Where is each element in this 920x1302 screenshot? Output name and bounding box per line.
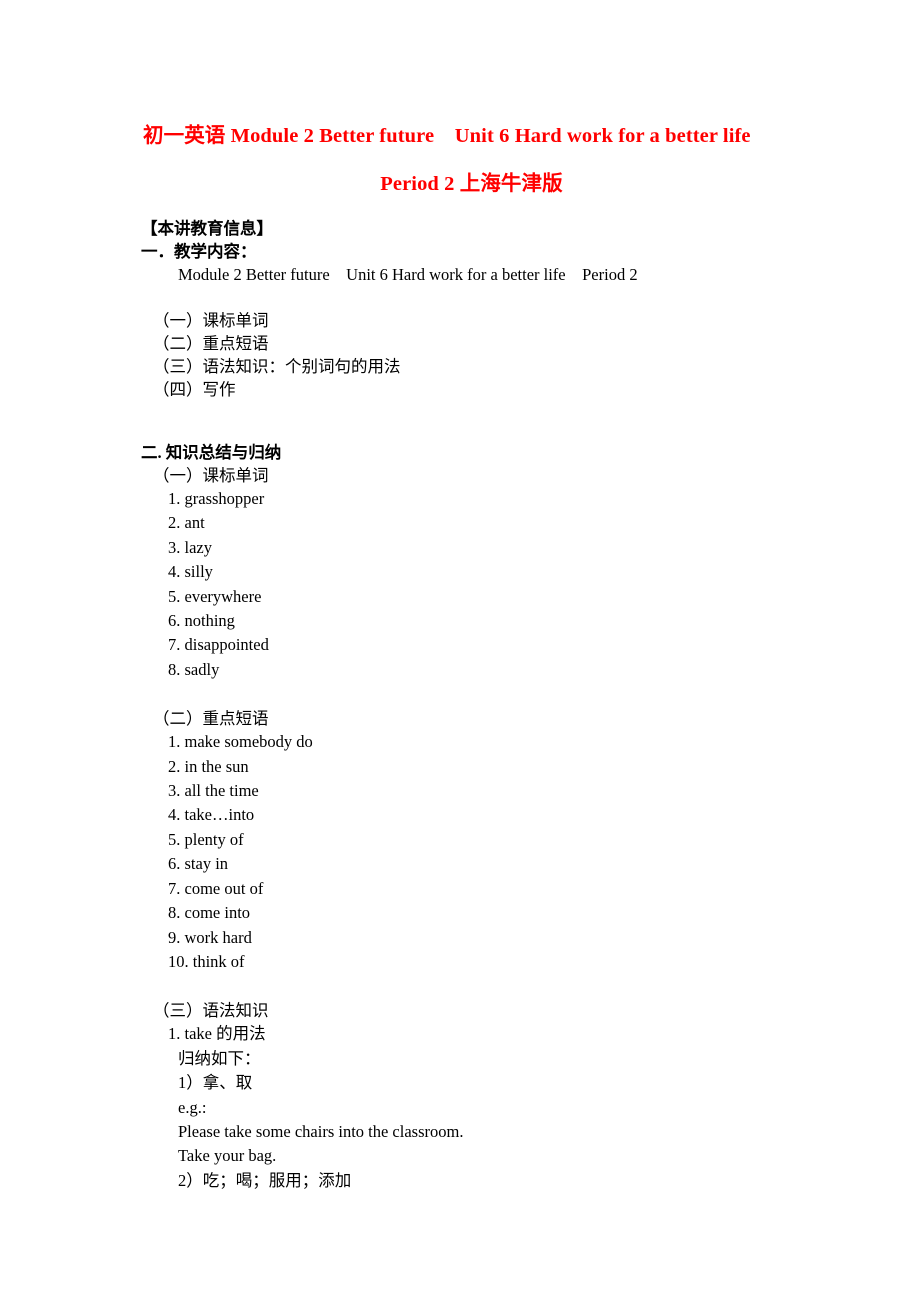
grammar-entry-label: 1. take 的用法 bbox=[168, 1024, 266, 1044]
list-item: 8. sadly bbox=[168, 659, 220, 679]
part-two-heading: （二）重点短语 bbox=[153, 709, 269, 729]
phrase-list: 1. make somebody do 2. in the sun 3. all… bbox=[141, 730, 802, 974]
section-one-heading: 一．教学内容： bbox=[141, 242, 257, 261]
document-page: 初一英语 Module 2 Better future Unit 6 Hard … bbox=[0, 0, 920, 1302]
document-title-block: 初一英语 Module 2 Better future Unit 6 Hard … bbox=[141, 121, 802, 199]
outline-item-1: （一）课标单词 bbox=[153, 311, 269, 330]
example-label-1: e.g.: bbox=[178, 1097, 207, 1117]
lecture-info-heading: 【本讲教育信息】 bbox=[141, 219, 273, 238]
outline-item-4: （四）写作 bbox=[153, 380, 236, 399]
list-item: 10. think of bbox=[168, 951, 245, 971]
list-item: 9. work hard bbox=[168, 927, 252, 947]
outline-item-3: （三）语法知识：个别词句的用法 bbox=[153, 357, 401, 376]
usage-label-1: 1）拿、取 bbox=[178, 1073, 253, 1093]
list-item: 6. stay in bbox=[168, 854, 229, 874]
list-item: 2. in the sun bbox=[168, 756, 249, 776]
document-body: 初一英语 Module 2 Better future Unit 6 Hard … bbox=[0, 0, 920, 1193]
list-item: 5. everywhere bbox=[168, 586, 262, 606]
list-item: 5. plenty of bbox=[168, 829, 244, 849]
list-item: 7. come out of bbox=[168, 878, 264, 898]
grammar-detail-block: 归纳如下： 1）拿、取 e.g.: Please take some chair… bbox=[141, 1047, 802, 1193]
example-sentence: Take your bag. bbox=[178, 1146, 277, 1166]
list-item: 6. nothing bbox=[168, 611, 235, 631]
list-item: 8. come into bbox=[168, 903, 251, 923]
section-one-content-line: Module 2 Better future Unit 6 Hard work … bbox=[178, 265, 638, 284]
page-title-line-1: 初一英语 Module 2 Better future Unit 6 Hard … bbox=[143, 125, 751, 147]
list-item: 1. grasshopper bbox=[168, 489, 265, 508]
example-sentence: Please take some chairs into the classro… bbox=[178, 1121, 464, 1141]
vocabulary-list: 1. grasshopper 2. ant 3. lazy 4. silly 5… bbox=[141, 487, 802, 682]
part-one-heading: （一）课标单词 bbox=[153, 466, 269, 485]
page-title-line-2: Period 2 上海牛津版 bbox=[380, 173, 563, 195]
list-item: 4. silly bbox=[168, 562, 213, 582]
outline-item-2: （二）重点短语 bbox=[153, 334, 269, 353]
grammar-summary-label: 归纳如下： bbox=[178, 1048, 261, 1068]
section-two-heading: 二. 知识总结与归纳 bbox=[141, 443, 282, 462]
list-item: 3. lazy bbox=[168, 537, 212, 557]
list-item: 2. ant bbox=[168, 513, 205, 533]
list-item: 7. disappointed bbox=[168, 635, 269, 655]
list-item: 4. take…into bbox=[168, 805, 255, 825]
usage-label-2: 2）吃；喝；服用；添加 bbox=[178, 1170, 352, 1190]
part-three-heading: （三）语法知识 bbox=[153, 1001, 269, 1021]
list-item: 3. all the time bbox=[168, 781, 259, 801]
list-item: 1. make somebody do bbox=[168, 732, 313, 752]
